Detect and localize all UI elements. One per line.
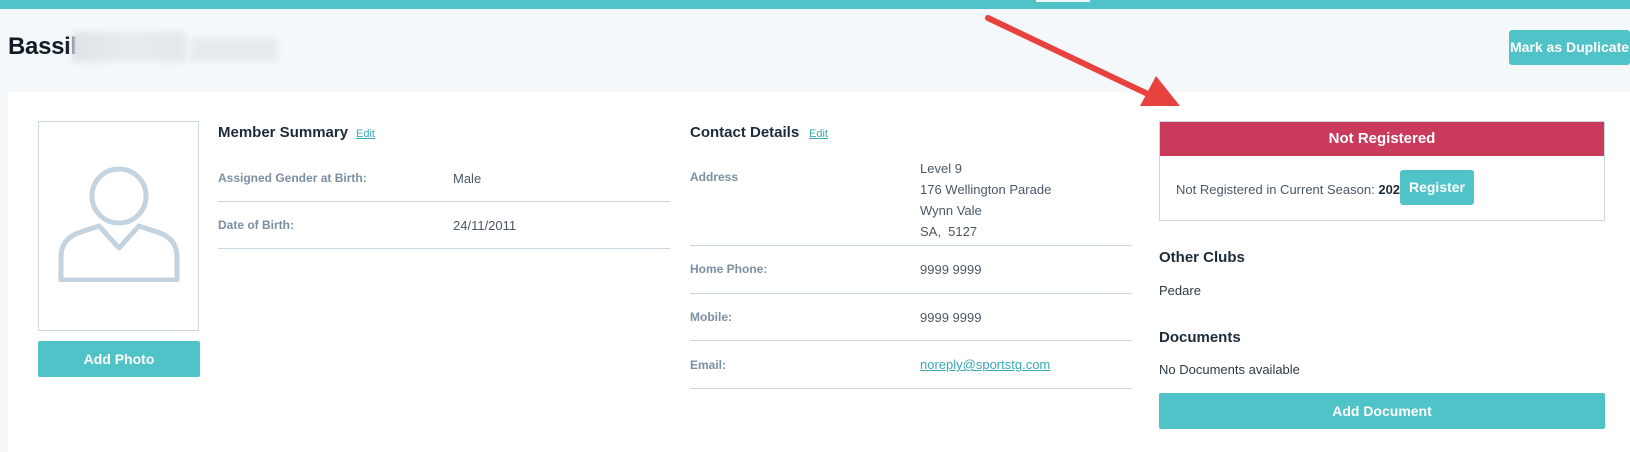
address-line: 176 Wellington Parade bbox=[920, 182, 1052, 197]
annotation-arrow-icon bbox=[985, 15, 1180, 106]
other-clubs-title: Other Clubs bbox=[1159, 249, 1245, 266]
contact-details-title: Contact Details bbox=[690, 124, 800, 141]
divider bbox=[690, 293, 1132, 294]
divider bbox=[690, 388, 1132, 389]
add-photo-button[interactable]: Add Photo bbox=[38, 341, 200, 377]
avatar-icon bbox=[58, 166, 180, 282]
address-line: Level 9 bbox=[920, 161, 962, 176]
redacted-extra bbox=[190, 38, 278, 62]
divider bbox=[218, 201, 670, 202]
no-documents-text: No Documents available bbox=[1159, 362, 1300, 377]
email-label: Email: bbox=[690, 358, 727, 372]
profile-photo-placeholder bbox=[38, 121, 199, 331]
dob-value: 24/11/2011 bbox=[453, 218, 517, 233]
mark-duplicate-button[interactable]: Mark as Duplicate bbox=[1509, 30, 1630, 65]
add-document-button[interactable]: Add Document bbox=[1159, 393, 1605, 429]
registration-status-box: Not Registered Not Registered in Current… bbox=[1159, 121, 1605, 221]
divider bbox=[690, 245, 1132, 246]
register-button[interactable]: Register bbox=[1400, 170, 1474, 205]
mobile-label: Mobile: bbox=[690, 310, 732, 324]
gender-value: Male bbox=[453, 171, 482, 186]
home-phone-value: 9999 9999 bbox=[920, 262, 982, 277]
mobile-value: 9999 9999 bbox=[920, 310, 982, 325]
registration-message: Not Registered in Current Season: 2021 bbox=[1176, 182, 1407, 197]
divider bbox=[690, 340, 1132, 341]
home-phone-label: Home Phone: bbox=[690, 262, 768, 276]
address-line: Wynn Vale bbox=[920, 203, 982, 218]
gender-label: Assigned Gender at Birth: bbox=[218, 171, 367, 185]
banner-button-edge[interactable] bbox=[1036, 0, 1090, 2]
contact-details-edit-link[interactable]: Edit bbox=[809, 128, 828, 140]
dob-label: Date of Birth: bbox=[218, 218, 294, 232]
top-banner bbox=[0, 0, 1630, 9]
address-label: Address bbox=[690, 170, 739, 184]
email-link[interactable]: noreply@sportstg.com bbox=[920, 357, 1050, 372]
redacted-surname bbox=[72, 32, 186, 62]
member-summary-title: Member Summary bbox=[218, 124, 349, 141]
address-line: SA, 5127 bbox=[920, 224, 978, 239]
registration-message-text: Not Registered in Current Season: bbox=[1176, 182, 1375, 197]
divider bbox=[218, 248, 670, 249]
page-title: Bassil bbox=[8, 33, 77, 60]
documents-title: Documents bbox=[1159, 329, 1241, 346]
member-summary-edit-link[interactable]: Edit bbox=[356, 128, 375, 140]
club-item: Pedare bbox=[1159, 283, 1201, 298]
not-registered-banner: Not Registered bbox=[1160, 122, 1604, 156]
